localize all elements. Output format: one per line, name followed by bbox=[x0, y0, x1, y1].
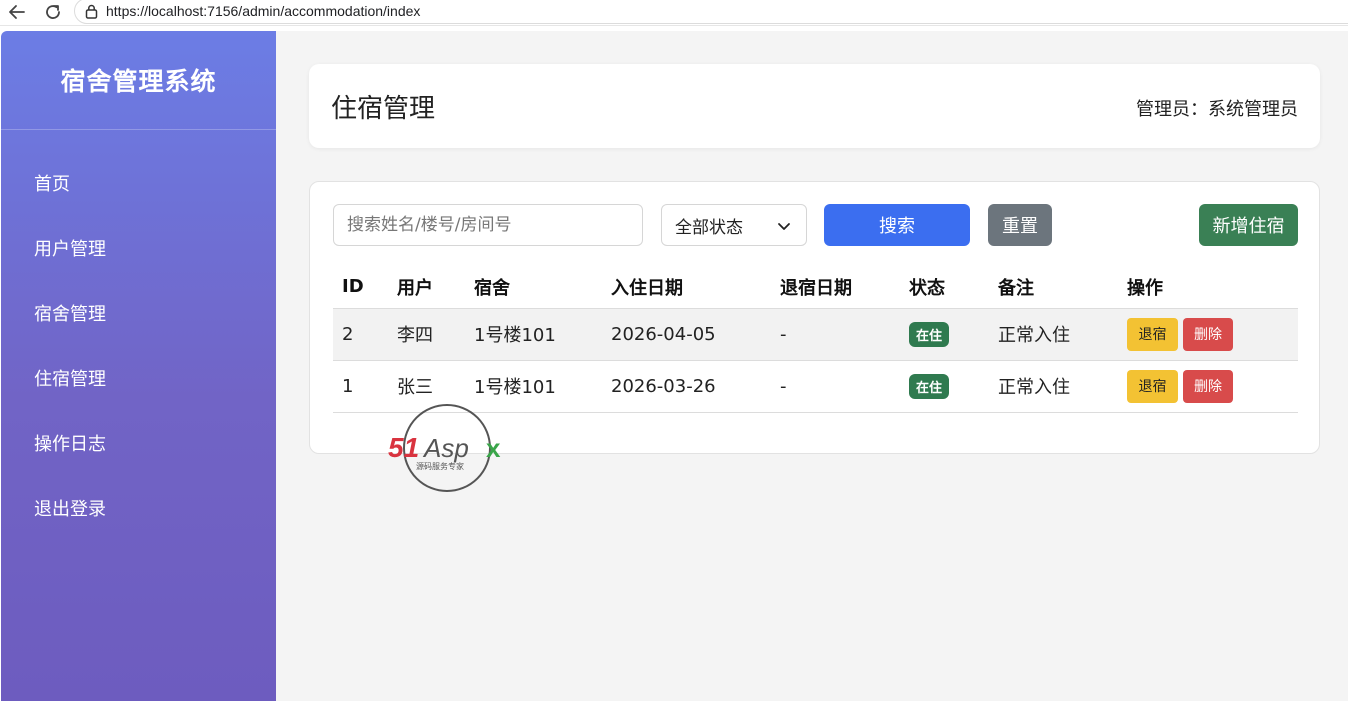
cell-user: 李四 bbox=[388, 308, 465, 361]
sidebar-item-logout[interactable]: 退出登录 bbox=[1, 475, 276, 540]
delete-button[interactable]: 删除 bbox=[1183, 317, 1233, 351]
url-text: https://localhost:7156/admin/accommodati… bbox=[106, 3, 421, 19]
search-button[interactable]: 搜索 bbox=[824, 204, 970, 246]
add-accommodation-button[interactable]: 新增住宿 bbox=[1199, 204, 1298, 246]
column-header-checkout: 退宿日期 bbox=[771, 266, 900, 309]
cell-actions: 退宿 删除 bbox=[1118, 308, 1298, 361]
cell-status: 在住 bbox=[900, 308, 989, 361]
page-title: 住宿管理 bbox=[331, 94, 436, 124]
column-header-status: 状态 bbox=[900, 266, 989, 309]
watermark-tagline: 源码服务专家 bbox=[416, 461, 464, 471]
cell-note: 正常入住 bbox=[989, 360, 1118, 413]
reload-icon[interactable] bbox=[42, 2, 64, 22]
delete-button[interactable]: 删除 bbox=[1183, 369, 1233, 403]
table-header-row: ID 用户 宿舍 入住日期 退宿日期 状态 备注 操作 bbox=[333, 266, 1298, 309]
admin-info: 管理员：系统管理员 bbox=[1136, 99, 1298, 120]
cell-checkin: 2026-04-05 bbox=[602, 308, 771, 361]
column-header-checkin: 入住日期 bbox=[602, 266, 771, 309]
accommodation-table: ID 用户 宿舍 入住日期 退宿日期 状态 备注 操作 2 李四 1号楼101 … bbox=[333, 266, 1298, 413]
status-badge: 在住 bbox=[909, 373, 950, 399]
reset-button[interactable]: 重置 bbox=[988, 204, 1052, 246]
browser-toolbar: https://localhost:7156/admin/accommodati… bbox=[0, 0, 1348, 26]
watermark-logo-text-asp: Asp bbox=[422, 433, 469, 463]
column-header-note: 备注 bbox=[989, 266, 1118, 309]
sidebar-item-logs[interactable]: 操作日志 bbox=[1, 410, 276, 475]
lock-icon bbox=[83, 3, 99, 19]
cell-id: 1 bbox=[333, 360, 388, 413]
main-content: 住宿管理 管理员：系统管理员 全部状态 搜索 重置 新增住宿 ID 用户 宿舍 bbox=[276, 31, 1348, 701]
back-arrow-icon[interactable] bbox=[6, 2, 28, 22]
address-bar[interactable]: https://localhost:7156/admin/accommodati… bbox=[74, 0, 1348, 24]
cell-status: 在住 bbox=[900, 360, 989, 413]
status-select-value: 全部状态 bbox=[675, 217, 743, 238]
sidebar-menu: 首页 用户管理 宿舍管理 住宿管理 操作日志 退出登录 bbox=[1, 130, 276, 540]
cell-note: 正常入住 bbox=[989, 308, 1118, 361]
cell-checkout: - bbox=[771, 308, 900, 361]
watermark-logo: 51 Asp x 源码服务专家 bbox=[388, 404, 501, 492]
watermark-logo-text-51: 51 bbox=[388, 432, 419, 463]
column-header-dorm: 宿舍 bbox=[465, 266, 602, 309]
cell-id: 2 bbox=[333, 308, 388, 361]
checkout-button[interactable]: 退宿 bbox=[1127, 369, 1178, 403]
chevron-down-icon bbox=[776, 218, 792, 234]
column-header-id: ID bbox=[333, 266, 388, 309]
sidebar-item-dorms[interactable]: 宿舍管理 bbox=[1, 280, 276, 345]
page-header: 住宿管理 管理员：系统管理员 bbox=[309, 64, 1320, 148]
sidebar: 宿舍管理系统 首页 用户管理 宿舍管理 住宿管理 操作日志 退出登录 bbox=[1, 31, 276, 701]
sidebar-item-users[interactable]: 用户管理 bbox=[1, 215, 276, 280]
checkout-button[interactable]: 退宿 bbox=[1127, 317, 1178, 351]
status-select[interactable]: 全部状态 bbox=[661, 204, 807, 246]
cell-checkout: - bbox=[771, 360, 900, 413]
search-input[interactable] bbox=[333, 204, 643, 246]
status-badge: 在住 bbox=[909, 321, 950, 347]
cell-dorm: 1号楼101 bbox=[465, 308, 602, 361]
column-header-user: 用户 bbox=[388, 266, 465, 309]
brand-title: 宿舍管理系统 bbox=[1, 31, 276, 130]
cell-actions: 退宿 删除 bbox=[1118, 360, 1298, 413]
cell-checkin: 2026-03-26 bbox=[602, 360, 771, 413]
sidebar-item-accommodation[interactable]: 住宿管理 bbox=[1, 345, 276, 410]
column-header-actions: 操作 bbox=[1118, 266, 1298, 309]
table-row: 2 李四 1号楼101 2026-04-05 - 在住 正常入住 退宿 删除 bbox=[333, 308, 1298, 361]
watermark-logo-text-x: x bbox=[486, 433, 501, 463]
sidebar-item-home[interactable]: 首页 bbox=[1, 150, 276, 215]
